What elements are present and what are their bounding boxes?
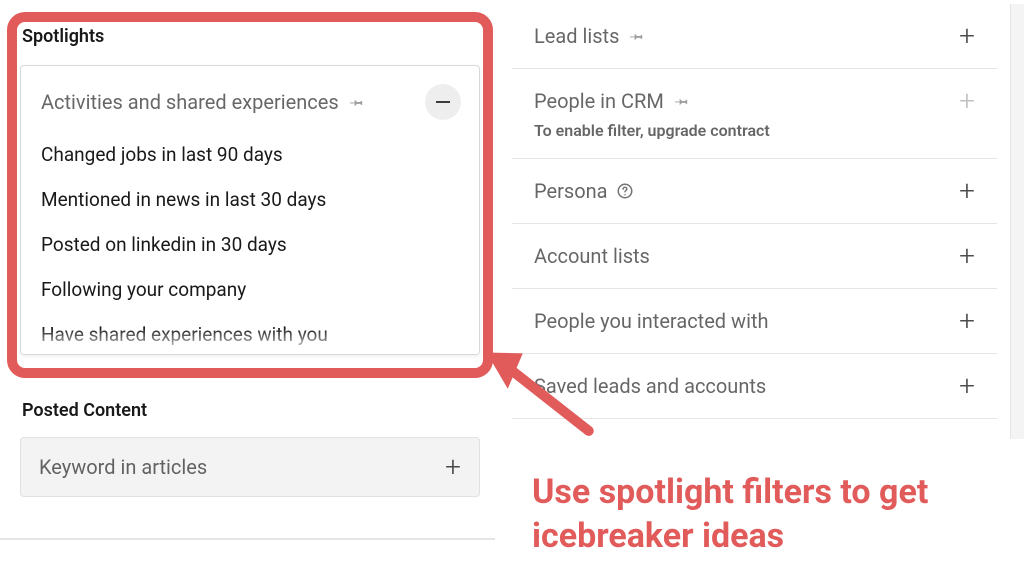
filter-row-persona[interactable]: Persona + [512,158,997,224]
filter-label: People in CRM [534,89,664,113]
filter-label: Keyword in articles [39,455,207,479]
plus-icon: + [445,453,461,481]
collapse-button[interactable] [425,84,461,120]
spotlight-options-list: Changed jobs in last 90 days Mentioned i… [27,128,473,355]
spotlight-option[interactable]: Have shared experiences with you [27,312,473,355]
filter-row-account-lists[interactable]: Account lists + [512,223,997,289]
left-filter-column: Spotlights Activities and shared experie… [0,0,495,568]
plus-icon: + [959,242,975,270]
posted-content-section: Posted Content Keyword in articles + [20,400,480,497]
filter-label: Lead lists [534,24,619,48]
posted-content-title: Posted Content [20,400,480,421]
spotlights-section: Spotlights Activities and shared experie… [20,26,480,355]
spotlight-option[interactable]: Changed jobs in last 90 days [27,132,473,177]
pin-icon [349,94,365,110]
annotation-arrow [475,325,605,455]
plus-icon: + [959,22,975,50]
spotlight-option[interactable]: Following your company [27,267,473,312]
spotlights-title: Spotlights [20,26,480,47]
minus-icon [436,101,450,103]
keyword-in-articles-filter[interactable]: Keyword in articles + [20,437,480,497]
spotlight-option[interactable]: Posted on linkedin in 30 days [27,222,473,267]
plus-icon: + [959,87,975,115]
plus-icon: + [959,177,975,205]
activities-panel: Activities and shared experiences Change… [20,65,480,355]
adjacent-column-peek [1010,4,1024,439]
filter-label: Account lists [534,244,650,268]
filter-sublabel: To enable filter, upgrade contract [534,121,975,140]
plus-icon: + [959,372,975,400]
filter-label: Persona [534,179,608,203]
filter-row-people-in-crm: People in CRM + To enable filter, upgrad… [512,68,997,159]
pin-icon [629,28,645,44]
filter-row-lead-lists[interactable]: Lead lists + [512,0,997,69]
activities-panel-title: Activities and shared experiences [41,90,339,114]
plus-icon: + [959,307,975,335]
section-divider [0,538,495,540]
annotation-caption: Use spotlight filters to get icebreaker … [532,470,1012,558]
help-circle-icon[interactable] [616,182,634,200]
pin-icon [674,93,690,109]
spotlight-option[interactable]: Mentioned in news in last 30 days [27,177,473,222]
activities-panel-header[interactable]: Activities and shared experiences [27,84,473,128]
